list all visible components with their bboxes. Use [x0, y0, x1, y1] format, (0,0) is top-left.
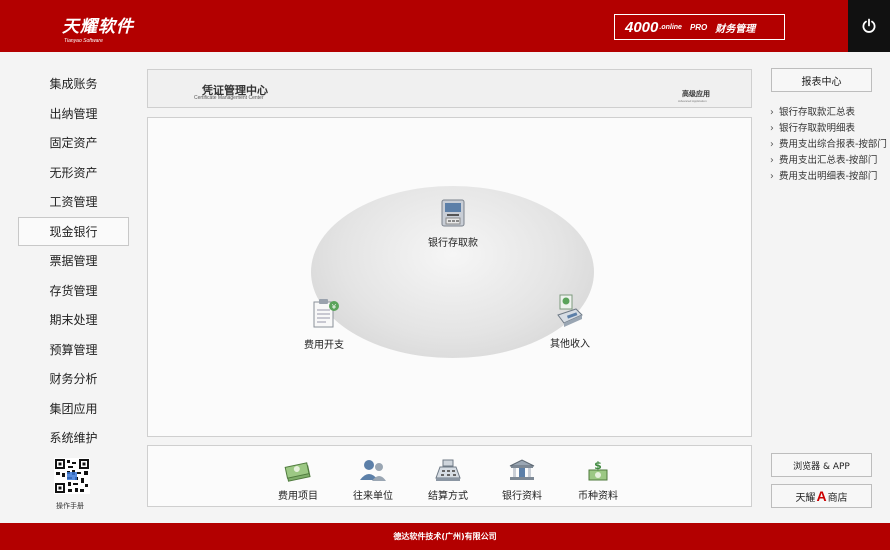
currency-icon: $: [588, 459, 608, 481]
svg-text:¥: ¥: [332, 303, 337, 311]
tool-currency-info[interactable]: $ 币种资料: [578, 458, 618, 502]
tool-settlement-methods[interactable]: 结算方式: [428, 458, 468, 502]
store-suffix: 商店: [827, 492, 848, 504]
report-link[interactable]: › 银行存取款汇总表: [770, 108, 888, 118]
product-number: 4000: [625, 18, 659, 36]
sidebar-item-payroll[interactable]: 工资管理: [18, 187, 129, 217]
sidebar-item-financial-analysis[interactable]: 财务分析: [18, 364, 129, 394]
sidebar-item-fixed-assets[interactable]: 固定资产: [18, 128, 129, 158]
sidebar-item-bills[interactable]: 票据管理: [18, 246, 129, 276]
product-suffix: .online: [659, 23, 682, 31]
report-link[interactable]: › 费用支出明细表-按部门: [770, 172, 888, 182]
svg-text:$: $: [594, 459, 602, 472]
page-subtitle: Certificate Management Center: [194, 95, 264, 101]
footer-company: 德达软件技术(广州)有限公司: [393, 532, 497, 541]
node-label-expense: 费用开支: [304, 340, 344, 351]
tool-label-counterparties: 往来单位: [353, 491, 393, 502]
sidebar-item-period-end[interactable]: 期末处理: [18, 305, 129, 335]
product-name: 财务管理: [715, 23, 756, 35]
chevron-right-icon: ›: [770, 123, 774, 134]
chevron-right-icon: ›: [770, 155, 774, 166]
app-store-button[interactable]: 天耀 A 商店: [771, 484, 872, 508]
sidebar-item-group-apps[interactable]: 集团应用: [18, 394, 129, 424]
app-logo: 天耀软件 Tianyao Software: [62, 12, 134, 44]
sidebar-item-cash-bank[interactable]: 现金银行: [18, 216, 129, 246]
report-link-label: 费用支出明细表-按部门: [779, 171, 878, 182]
manual-label: 操作手册: [56, 502, 84, 510]
tool-bank-info[interactable]: 银行资料: [502, 458, 542, 502]
report-link[interactable]: › 费用支出汇总表-按部门: [770, 156, 888, 166]
report-link[interactable]: › 费用支出综合报表-按部门: [770, 140, 888, 150]
tool-expense-items[interactable]: 费用项目: [278, 458, 318, 502]
header-bar: 天耀软件 Tianyao Software 4000 .online PRO 财…: [0, 0, 890, 52]
node-label-other-income: 其他收入: [550, 339, 590, 350]
sidebar-item-integrated-accounts[interactable]: 集成账务: [18, 69, 129, 99]
power-icon: [862, 18, 876, 33]
tool-label-bank-info: 银行资料: [502, 491, 542, 502]
product-badge: 4000 .online PRO 财务管理: [614, 14, 785, 40]
report-link-label: 费用支出综合报表-按部门: [779, 139, 887, 150]
sidebar-item-system-maintenance[interactable]: 系统维护: [18, 423, 129, 453]
advanced-app-link[interactable]: 高级应用: [682, 89, 710, 99]
logo-subtext: Tianyao Software: [64, 38, 103, 44]
expense-icon: ¥: [313, 299, 339, 328]
basic-data-toolbar: 费用项目 往来单位 结算方式 银行资料 $ 币种资料: [147, 445, 752, 507]
bank-deposit-icon: [441, 199, 465, 227]
node-label-bank-deposit: 银行存取款: [428, 238, 478, 249]
report-center-button[interactable]: 报表中心: [771, 68, 872, 92]
sidebar-item-cashier[interactable]: 出纳管理: [18, 99, 129, 129]
node-other-income[interactable]: 其他收入: [550, 293, 590, 350]
report-link[interactable]: › 银行存取款明细表: [770, 124, 888, 134]
sidebar-item-intangible-assets[interactable]: 无形资产: [18, 158, 129, 188]
power-button[interactable]: [848, 0, 890, 52]
tool-label-settlement-methods: 结算方式: [428, 491, 468, 502]
sidebar-item-budget[interactable]: 预算管理: [18, 335, 129, 365]
browser-app-button[interactable]: 浏览器 & APP: [771, 453, 872, 477]
title-panel: 凭证管理中心 Certificate Management Center 高级应…: [147, 69, 752, 108]
manual-link[interactable]: 操作手册: [52, 458, 92, 511]
bank-building-icon: [509, 459, 535, 480]
qr-code-icon: [54, 458, 90, 494]
chevron-right-icon: ›: [770, 139, 774, 150]
report-link-label: 银行存取款汇总表: [779, 107, 856, 118]
tool-counterparties[interactable]: 往来单位: [353, 458, 393, 502]
chevron-right-icon: ›: [770, 107, 774, 118]
workflow-panel: 银行存取款 ¥ 费用开支 其他收入: [147, 117, 752, 437]
report-link-label: 费用支出汇总表-按部门: [779, 155, 878, 166]
store-letter: A: [816, 488, 827, 504]
product-edition: PRO: [689, 22, 708, 32]
footer-bar: 德达软件技术(广州)有限公司: [0, 523, 890, 550]
node-expense[interactable]: ¥ 费用开支: [304, 298, 344, 351]
tool-label-expense-items: 费用项目: [278, 491, 318, 502]
advanced-app-sublabel: Advanced Application: [678, 99, 707, 103]
logo-text: 天耀软件: [62, 17, 134, 37]
tool-label-currency-info: 币种资料: [578, 491, 618, 502]
chevron-right-icon: ›: [770, 171, 774, 182]
cash-register-icon: [435, 459, 461, 481]
node-bank-deposit[interactable]: 银行存取款: [428, 198, 478, 249]
contacts-icon: [360, 460, 386, 481]
other-income-icon: [557, 294, 583, 327]
sidebar-nav: 集成账务 出纳管理 固定资产 无形资产 工资管理 现金银行 票据管理 存货管理 …: [18, 69, 129, 453]
report-link-label: 银行存取款明细表: [779, 123, 856, 134]
money-stack-icon: [284, 462, 311, 482]
report-list: › 银行存取款汇总表 › 银行存取款明细表 › 费用支出综合报表-按部门 › 费用支出汇…: [770, 108, 888, 188]
store-prefix: 天耀: [795, 492, 816, 504]
sidebar-item-inventory[interactable]: 存货管理: [18, 276, 129, 306]
